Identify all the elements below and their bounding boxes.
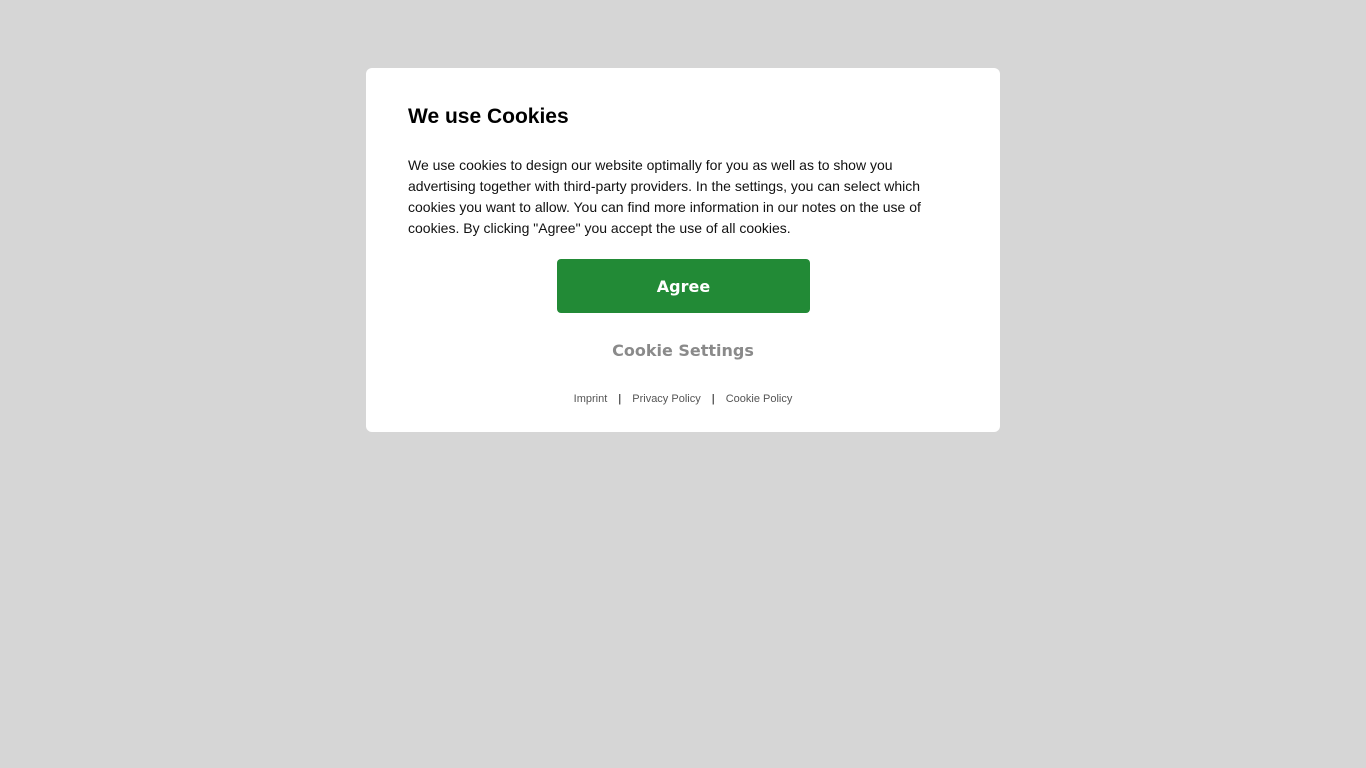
cookie-policy-link[interactable]: Cookie Policy (726, 393, 793, 405)
footer-links: Imprint | Privacy Policy | Cookie Policy (366, 392, 1000, 406)
agree-button[interactable]: Agree (557, 259, 810, 313)
imprint-link[interactable]: Imprint (574, 393, 608, 405)
dialog-title: We use Cookies (408, 105, 569, 128)
link-separator: | (711, 393, 715, 405)
privacy-policy-link[interactable]: Privacy Policy (632, 393, 700, 405)
link-separator: | (618, 393, 622, 405)
cookie-settings-button[interactable]: Cookie Settings (583, 338, 783, 362)
page-backdrop: We use Cookies We use cookies to design … (0, 0, 1366, 768)
cookie-consent-dialog: We use Cookies We use cookies to design … (366, 68, 1000, 432)
dialog-body-text: We use cookies to design our website opt… (408, 157, 921, 236)
